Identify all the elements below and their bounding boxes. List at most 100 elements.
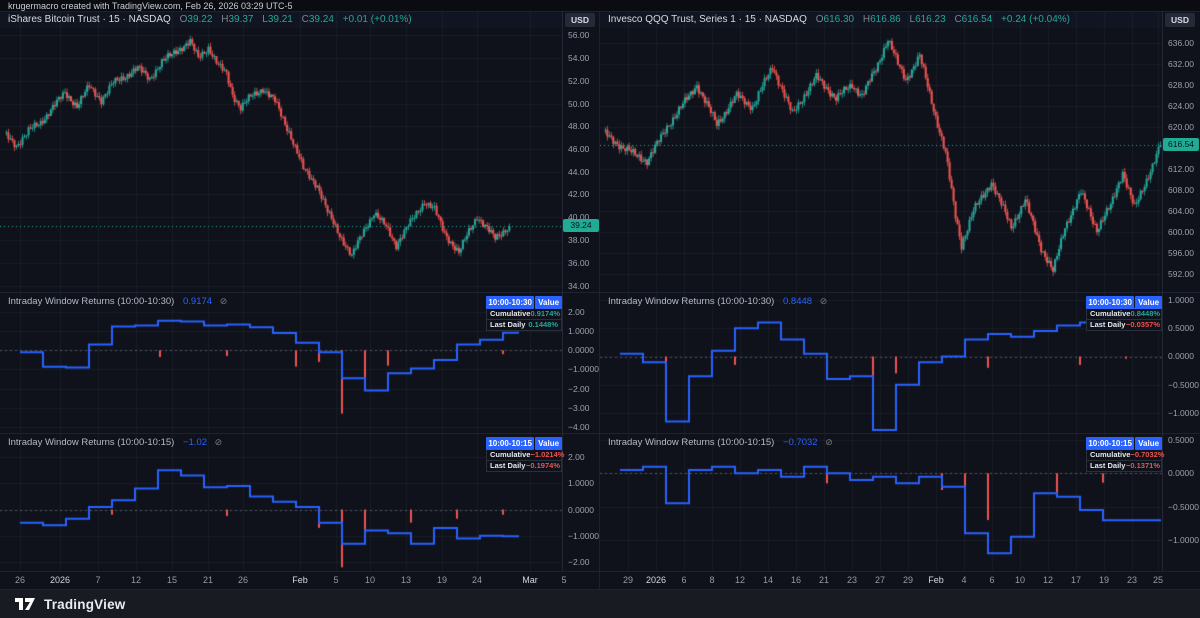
time-axis-label: 10 bbox=[1015, 575, 1025, 585]
indicator-title[interactable]: Intraday Window Returns (10:00-10:30) bbox=[608, 296, 774, 307]
column-divider[interactable] bbox=[599, 11, 600, 590]
time-axis-label: 29 bbox=[903, 575, 913, 585]
currency-button-right[interactable]: USD bbox=[1165, 13, 1195, 27]
indicator-value: 0.9174 bbox=[183, 296, 212, 307]
price-tick-label: 624.00 bbox=[1163, 101, 1194, 111]
open-value: 616.30 bbox=[824, 14, 855, 25]
price-tick-label: 52.00 bbox=[563, 76, 589, 86]
time-axis-label: 21 bbox=[819, 575, 829, 585]
price-tick-label: −1.0000 bbox=[563, 531, 599, 541]
indicator-canvas-left-bottom[interactable] bbox=[0, 434, 562, 571]
price-tick-label: −0.5000 bbox=[1163, 502, 1199, 512]
time-axis-label: 6 bbox=[989, 575, 994, 585]
close-label: C bbox=[302, 14, 309, 25]
price-tick-label: 50.00 bbox=[563, 99, 589, 109]
time-axis-label: 21 bbox=[203, 575, 213, 585]
price-tick-label: 42.00 bbox=[563, 189, 589, 199]
brand-bar: TradingView bbox=[0, 590, 1200, 618]
time-axis-label: 2026 bbox=[50, 575, 70, 585]
table-row: Last Daily0.1448% bbox=[486, 320, 562, 331]
price-tick-label: 38.00 bbox=[563, 235, 589, 245]
indicator-canvas-left-mid[interactable] bbox=[0, 293, 562, 433]
returns-table-left-mid: 10:00-10:30Value Cumulative0.9174% Last … bbox=[486, 296, 562, 331]
time-axis-label: 19 bbox=[437, 575, 447, 585]
time-axis-label: 5 bbox=[561, 575, 566, 585]
price-tick-label: 1.0000 bbox=[563, 326, 594, 336]
price-tick-label: 56.00 bbox=[563, 30, 589, 40]
returns-table-left-bottom: 10:00-10:15Value Cumulative−1.0214% Last… bbox=[486, 437, 562, 472]
indicator-title[interactable]: Intraday Window Returns (10:00-10:15) bbox=[608, 437, 774, 448]
table-value-header: Value bbox=[1135, 296, 1162, 309]
price-tick-label: 596.00 bbox=[1163, 248, 1194, 258]
close-value: 616.54 bbox=[962, 14, 993, 25]
low-value: 39.21 bbox=[268, 14, 293, 25]
indicator-legend-right-bottom: Intraday Window Returns (10:00-10:15) −0… bbox=[608, 437, 833, 448]
price-chart-canvas-right[interactable] bbox=[600, 12, 1162, 293]
price-tick-label: 608.00 bbox=[1163, 185, 1194, 195]
symbol-title[interactable]: Invesco QQQ Trust, Series 1 · 15 · NASDA… bbox=[608, 14, 807, 25]
indicator-options-icon[interactable]: ⊘ bbox=[220, 296, 228, 306]
pane-separator[interactable] bbox=[0, 433, 1200, 434]
price-tick-label: 1.0000 bbox=[563, 478, 594, 488]
time-axis-label: 26 bbox=[238, 575, 248, 585]
time-axis-label: 15 bbox=[167, 575, 177, 585]
pane-separator[interactable] bbox=[0, 292, 1200, 293]
time-axis-label: Feb bbox=[928, 575, 944, 585]
price-tick-label: 0.0000 bbox=[1163, 468, 1194, 478]
time-axis-label: 12 bbox=[735, 575, 745, 585]
time-axis-label: 13 bbox=[401, 575, 411, 585]
time-axis-label: 14 bbox=[763, 575, 773, 585]
table-window-header: 10:00-10:15 bbox=[1086, 437, 1134, 450]
price-tick-label: 612.00 bbox=[1163, 164, 1194, 174]
table-value-header: Value bbox=[535, 296, 562, 309]
brand-name[interactable]: TradingView bbox=[44, 597, 125, 612]
price-tick-label: −0.5000 bbox=[1163, 380, 1199, 390]
indicator-title[interactable]: Intraday Window Returns (10:00-10:15) bbox=[8, 437, 174, 448]
price-tick-label: 636.00 bbox=[1163, 38, 1194, 48]
table-row: Last Daily−0.1371% bbox=[1086, 461, 1162, 472]
indicator-title[interactable]: Intraday Window Returns (10:00-10:30) bbox=[8, 296, 174, 307]
last-price-badge-left: 39.24 bbox=[563, 219, 599, 232]
close-label: C bbox=[954, 14, 961, 25]
change-value: +0.24 (+0.04%) bbox=[1001, 14, 1070, 25]
table-row: Cumulative−0.7032% bbox=[1086, 450, 1162, 461]
table-value-header: Value bbox=[1135, 437, 1162, 450]
returns-table-right-bottom: 10:00-10:15Value Cumulative−0.7032% Last… bbox=[1086, 437, 1162, 472]
time-axis-label: 2026 bbox=[646, 575, 666, 585]
price-tick-label: 36.00 bbox=[563, 258, 589, 268]
currency-button-left[interactable]: USD bbox=[565, 13, 595, 27]
symbol-title[interactable]: iShares Bitcoin Trust · 15 · NASDAQ bbox=[8, 14, 171, 25]
indicator-value: −1.02 bbox=[183, 437, 207, 448]
indicator-options-icon[interactable]: ⊘ bbox=[215, 437, 223, 447]
indicator-options-icon[interactable]: ⊘ bbox=[820, 296, 828, 306]
price-tick-label: −3.00 bbox=[563, 403, 590, 413]
time-axis-label: 16 bbox=[791, 575, 801, 585]
price-tick-label: 592.00 bbox=[1163, 269, 1194, 279]
time-axis-label: 5 bbox=[333, 575, 338, 585]
time-axis-label: 8 bbox=[709, 575, 714, 585]
open-value: 39.22 bbox=[187, 14, 212, 25]
table-window-header: 10:00-10:30 bbox=[486, 296, 534, 309]
price-tick-label: −4.00 bbox=[563, 422, 590, 432]
price-tick-label: 0.0000 bbox=[1163, 351, 1194, 361]
table-row: Last Daily−0.1974% bbox=[486, 461, 562, 472]
price-tick-label: −1.0000 bbox=[1163, 535, 1199, 545]
price-tick-label: −1.0000 bbox=[563, 364, 599, 374]
time-axis-label: 29 bbox=[623, 575, 633, 585]
indicator-canvas-right-bottom[interactable] bbox=[600, 434, 1162, 571]
time-axis-label: 12 bbox=[131, 575, 141, 585]
indicator-options-icon[interactable]: ⊘ bbox=[825, 437, 833, 447]
price-tick-label: 0.0000 bbox=[563, 505, 594, 515]
price-chart-canvas-left[interactable] bbox=[0, 12, 562, 293]
table-value-header: Value bbox=[535, 437, 562, 450]
indicator-value: 0.8448 bbox=[783, 296, 812, 307]
low-value: 616.23 bbox=[915, 14, 946, 25]
time-axis-label: 17 bbox=[1071, 575, 1081, 585]
indicator-canvas-right-mid[interactable] bbox=[600, 293, 1162, 433]
price-tick-label: 0.0000 bbox=[563, 345, 594, 355]
price-tick-label: −1.0000 bbox=[1163, 408, 1199, 418]
time-axis-label: Mar bbox=[522, 575, 538, 585]
tradingview-logo-icon[interactable] bbox=[14, 597, 36, 611]
table-row: Cumulative0.9174% bbox=[486, 309, 562, 320]
price-tick-label: 620.00 bbox=[1163, 122, 1194, 132]
